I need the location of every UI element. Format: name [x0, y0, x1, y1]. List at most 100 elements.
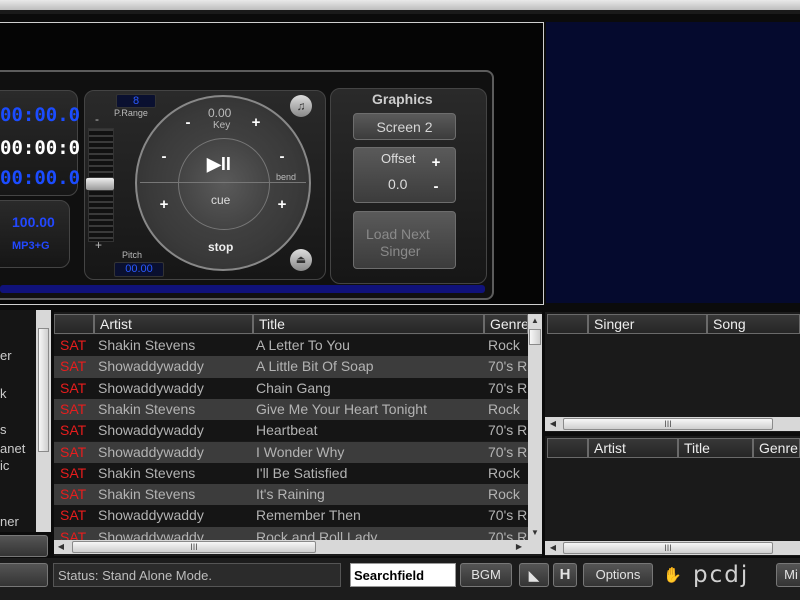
bpm-box: [0, 200, 70, 268]
table-row[interactable]: SAT Showaddywaddy Rock and Roll Lady 70's R: [54, 526, 528, 540]
sidebar-item[interactable]: anet: [0, 441, 25, 456]
offset-minus-button[interactable]: -: [426, 178, 446, 195]
play-pause-button[interactable]: ▶II: [207, 154, 231, 175]
offset-plus-button[interactable]: +: [426, 154, 446, 171]
cell-artist: Showaddywaddy: [98, 528, 204, 540]
stop-button[interactable]: stop: [208, 240, 233, 254]
queue-hscroll-thumb[interactable]: III: [563, 542, 773, 554]
eject-icon[interactable]: ⏏: [290, 249, 312, 271]
sidebar-item[interactable]: k: [0, 386, 7, 401]
sidebar-item[interactable]: er: [0, 348, 12, 363]
table-row[interactable]: SAT Showaddywaddy Heartbeat 70's R: [54, 420, 528, 442]
song-list-vscroll-thumb[interactable]: [529, 329, 541, 345]
song-list-hscroll-thumb[interactable]: III: [72, 541, 316, 553]
mix-button[interactable]: Mi: [776, 563, 800, 587]
table-row[interactable]: SAT Shakin Stevens It's Raining Rock: [54, 484, 528, 506]
col-header-queue-title[interactable]: Title: [678, 438, 753, 458]
col-header-genre[interactable]: Genre: [484, 314, 528, 334]
cell-title: Remember Then: [256, 507, 361, 524]
sidebar-item[interactable]: ic: [0, 458, 9, 473]
hand-icon[interactable]: ✋: [663, 566, 682, 584]
jog-center: [178, 138, 270, 230]
load-next-line1: Load Next: [366, 226, 430, 242]
cell-genre: 70's R: [488, 507, 528, 524]
song-progress-bar[interactable]: [0, 285, 485, 293]
sidebar-item[interactable]: s: [0, 422, 7, 437]
song-list-vscrollbar[interactable]: [528, 314, 542, 540]
pcdj-logo: pcdj: [693, 562, 750, 588]
cell-tag: SAT: [60, 528, 87, 540]
cell-artist: Shakin Stevens: [98, 464, 196, 481]
cell-tag: SAT: [60, 507, 87, 524]
cell-title: Chain Gang: [256, 379, 331, 396]
scroll-down-arrow[interactable]: ▼: [528, 528, 542, 537]
bend-plus-right[interactable]: +: [272, 196, 292, 213]
key-down-button[interactable]: -: [178, 114, 198, 131]
cell-title: Rock and Roll Lady: [256, 528, 378, 540]
cell-title: Heartbeat: [256, 422, 318, 439]
col-header-queue-genre[interactable]: Genre: [753, 438, 800, 458]
table-row[interactable]: SAT Showaddywaddy Remember Then 70's R: [54, 505, 528, 527]
cell-artist: Shakin Stevens: [98, 486, 196, 503]
title-bar-shadow: [0, 10, 800, 14]
col-header-title[interactable]: Title: [253, 314, 484, 334]
search-input[interactable]: [350, 563, 456, 587]
table-row[interactable]: SAT Shakin Stevens Give Me Your Heart Toni…: [54, 398, 528, 421]
status-text: Status: Stand Alone Mode.: [58, 568, 212, 583]
graphics-title: Graphics: [372, 91, 433, 107]
pitch-slider-handle[interactable]: [86, 178, 114, 190]
options-button[interactable]: Options: [583, 563, 653, 587]
cue-button[interactable]: cue: [211, 193, 230, 207]
cell-tag: SAT: [60, 422, 87, 439]
cell-tag: SAT: [60, 379, 87, 396]
cell-tag: SAT: [60, 358, 87, 375]
bend-plus-left[interactable]: +: [154, 196, 174, 213]
key-label: Key: [213, 120, 231, 131]
scroll-left-arrow[interactable]: ◀: [548, 419, 558, 428]
cell-genre: 70's R: [488, 528, 528, 540]
table-row[interactable]: SAT Shakin Stevens A Letter To You Rock: [54, 335, 528, 357]
table-row[interactable]: SAT Shakin Stevens I'll Be Satisfied Rock: [54, 462, 528, 485]
scroll-up-arrow[interactable]: ▲: [528, 316, 542, 325]
screen-button[interactable]: Screen 2: [353, 113, 456, 140]
jog-divider: [140, 182, 306, 183]
col-header-rot[interactable]: [547, 314, 588, 334]
cell-genre: Rock: [488, 337, 520, 353]
mic-icon[interactable]: ◣: [519, 563, 549, 587]
bgm-button[interactable]: BGM: [460, 563, 512, 587]
table-row[interactable]: SAT Showaddywaddy Chain Gang 70's R: [54, 377, 528, 399]
music-note-icon[interactable]: ♫: [290, 95, 312, 117]
scroll-right-arrow[interactable]: ▶: [514, 542, 524, 551]
key-up-button[interactable]: +: [246, 114, 266, 131]
cell-title: I Wonder Why: [256, 443, 345, 460]
cell-genre: 70's R: [488, 379, 528, 396]
cell-title: It's Raining: [256, 486, 325, 503]
rotation-hscroll-thumb[interactable]: III: [563, 418, 773, 430]
bend-minus-left[interactable]: -: [154, 148, 174, 165]
col-header-tag[interactable]: [54, 314, 94, 334]
sidebar-item[interactable]: ner: [0, 514, 19, 529]
table-row[interactable]: SAT Showaddywaddy I Wonder Why 70's R: [54, 441, 528, 463]
status-left-button[interactable]: [0, 563, 48, 587]
sidebar-button[interactable]: [0, 535, 48, 557]
time-elapsed: 00:00.0: [0, 104, 81, 126]
col-header-song[interactable]: Song: [707, 314, 800, 334]
col-header-queue-artist[interactable]: Artist: [588, 438, 678, 458]
col-header-singer[interactable]: Singer: [588, 314, 707, 334]
col-header-queue[interactable]: [547, 438, 588, 458]
time-remaining: 00:00.0: [0, 167, 81, 189]
h-button[interactable]: H: [553, 563, 577, 587]
cell-genre: Rock: [488, 400, 520, 417]
pitch-plus[interactable]: +: [95, 238, 102, 252]
sidebar-scroll-thumb[interactable]: [38, 328, 49, 452]
pitch-label: Pitch: [122, 250, 143, 260]
col-header-artist[interactable]: Artist: [94, 314, 253, 334]
scroll-left-arrow[interactable]: ◀: [56, 542, 66, 551]
offset-label: Offset: [381, 151, 416, 166]
offset-value: 0.0: [388, 176, 408, 192]
pitch-minus[interactable]: -: [95, 112, 99, 126]
table-row[interactable]: SAT Showaddywaddy A Little Bit Of Soap 70's…: [54, 356, 528, 378]
scroll-left-arrow[interactable]: ◀: [548, 543, 558, 552]
cell-artist: Showaddywaddy: [98, 358, 204, 375]
bend-minus-right[interactable]: -: [272, 148, 292, 165]
